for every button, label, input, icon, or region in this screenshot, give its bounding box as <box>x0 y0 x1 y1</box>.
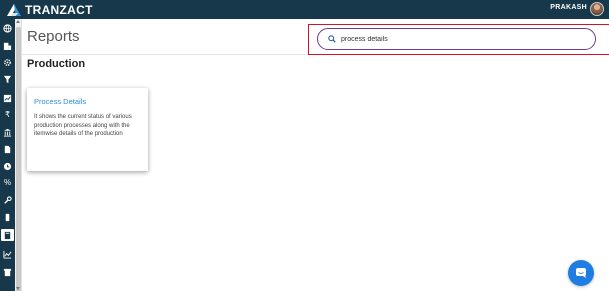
scroll-up-arrow-icon[interactable] <box>16 20 20 23</box>
user-avatar[interactable] <box>590 2 604 16</box>
main-content: Reports Production Process Details It sh… <box>22 19 609 291</box>
chart-icon[interactable] <box>1 248 14 260</box>
mobile-icon[interactable] <box>1 211 14 223</box>
building-icon[interactable] <box>1 39 14 51</box>
bank-icon[interactable] <box>1 126 14 138</box>
vertical-scrollbar[interactable] <box>15 19 22 291</box>
percent-icon[interactable]: % <box>1 177 14 189</box>
report-card-description: It shows the current status of various p… <box>34 114 132 137</box>
tranzact-logo-icon <box>7 3 21 16</box>
clock-icon[interactable] <box>1 160 14 172</box>
section-title-production: Production <box>27 58 86 70</box>
funnel-icon[interactable] <box>1 73 14 85</box>
chat-launcher-button[interactable] <box>568 260 594 286</box>
scroll-down-arrow-icon[interactable] <box>16 287 20 290</box>
report-card-title[interactable]: Process Details <box>34 97 141 106</box>
brand-name: TRANZACT <box>25 2 93 17</box>
report-icon[interactable] <box>1 92 14 104</box>
brand-logo[interactable]: TRANZACT <box>6 1 93 18</box>
globe-icon[interactable] <box>1 22 14 34</box>
scroll-thumb[interactable] <box>16 27 21 291</box>
search-icon <box>328 35 336 43</box>
chat-icon <box>576 268 586 278</box>
sidebar-rail: ₹ % <box>0 19 15 291</box>
page-title: Reports <box>27 28 80 45</box>
wrench-icon[interactable] <box>1 194 14 206</box>
top-header: TRANZACT PRAKASH <box>0 0 609 19</box>
document-icon[interactable] <box>1 143 14 155</box>
user-name[interactable]: PRAKASH <box>550 4 587 11</box>
box-icon[interactable] <box>1 266 14 278</box>
search-input[interactable] <box>341 32 581 46</box>
rupee-icon[interactable]: ₹ <box>1 109 14 121</box>
gear-icon[interactable] <box>1 56 14 68</box>
book-icon[interactable] <box>1 229 14 241</box>
report-card-process-details[interactable]: Process Details It shows the current sta… <box>27 88 148 171</box>
app-window: TRANZACT PRAKASH ₹ % Reports process det… <box>0 0 609 291</box>
search-bar[interactable] <box>317 28 596 50</box>
